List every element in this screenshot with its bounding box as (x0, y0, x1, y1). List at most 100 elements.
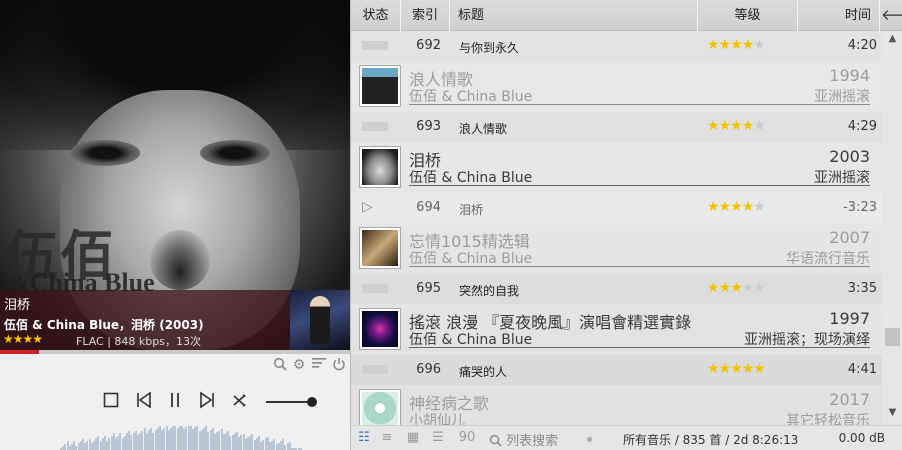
album-group-header[interactable]: 忘情1015精选辑 伍佰 & China Blue 2007 华语流行音乐 (351, 223, 882, 274)
star-icon[interactable]: ★ (742, 118, 755, 134)
now-playing-thumbnail[interactable] (290, 290, 350, 350)
list-view-icon[interactable]: ☷ (355, 430, 373, 446)
album-thumbnail[interactable] (359, 65, 401, 107)
star-icon[interactable]: ★ (730, 118, 743, 134)
replaygain-db[interactable]: 0.00 dB (839, 431, 885, 445)
star-icon[interactable]: ★ (753, 280, 766, 296)
star-icon[interactable]: ★ (707, 199, 720, 215)
star-icon[interactable]: ★ (730, 37, 743, 53)
seek-bar-fill (0, 350, 39, 354)
search-icon[interactable] (272, 357, 288, 373)
album-year: 1994 (829, 66, 870, 85)
album-group-header[interactable]: 搖滾 浪漫 『夏夜晚風』演唱會精選實錄 伍佰 & China Blue 1997 亚洲… (351, 304, 882, 355)
album-artist: 小胡仙儿 (409, 413, 465, 425)
album-thumbnail[interactable] (359, 227, 401, 269)
power-icon[interactable] (331, 357, 347, 373)
album-group-header[interactable]: 浪人情歌 伍佰 & China Blue 1994 亚洲摇滚 (351, 61, 882, 112)
star-icon[interactable]: ★ (707, 37, 720, 53)
column-status[interactable]: 状态 (351, 0, 401, 31)
star-icon[interactable]: ★ (707, 280, 720, 296)
star-icon[interactable]: ★ (753, 199, 766, 215)
track-rating[interactable]: ★★★★★ (707, 199, 766, 215)
previous-button[interactable] (133, 391, 155, 413)
scrollbar[interactable]: ▲ ▼ (882, 31, 902, 425)
album-thumbnail[interactable] (359, 389, 401, 425)
list-search-placeholder: 列表搜索 (506, 434, 559, 449)
star-icon[interactable]: ★ (719, 361, 732, 377)
grid-view-icon[interactable]: ▦ (404, 430, 422, 446)
star-icon[interactable]: ★ (753, 361, 766, 377)
column-time[interactable]: 时间 (798, 0, 880, 31)
now-playing-rating[interactable]: ★★★★ (3, 332, 43, 346)
star-icon[interactable]: ★ (730, 280, 743, 296)
track-index: 693 (416, 119, 441, 134)
column-index[interactable]: 索引 (401, 0, 450, 31)
column-title[interactable]: 标题 (450, 0, 698, 31)
scrollbar-thumb[interactable] (885, 328, 900, 346)
track-title: 突然的自我 (459, 284, 520, 298)
track-index: 695 (416, 281, 441, 296)
album-divider (409, 347, 870, 348)
library-summary: 所有音乐 / 835 首 / 2d 8:26:13 (623, 433, 799, 447)
album-thumbnail[interactable] (359, 146, 401, 188)
star-icon[interactable]: ★ (719, 280, 732, 296)
star-icon[interactable]: ★ (730, 199, 743, 215)
album-divider (409, 104, 870, 105)
album-thumbnail[interactable] (359, 308, 401, 350)
scroll-up-icon[interactable]: ▲ (882, 31, 902, 47)
star-icon[interactable]: ★ (719, 199, 732, 215)
shuffle-button[interactable] (229, 391, 251, 413)
star-icon[interactable]: ★ (742, 280, 755, 296)
track-rating[interactable]: ★★★★★ (707, 37, 766, 53)
arrow-left-icon[interactable]: 🡐 (881, 5, 902, 25)
track-state (362, 41, 388, 50)
track-state (362, 122, 388, 131)
track-row[interactable]: 695 突然的自我 ★★★★★ 3:35 (351, 274, 882, 304)
queue-view-icon[interactable]: ≡ (378, 430, 396, 446)
column-rating[interactable]: 等级 (698, 0, 798, 31)
track-row[interactable]: 693 浪人情歌 ★★★★★ 4:29 (351, 112, 882, 142)
now-playing-artist: 伍佰 & China Blue，泪桥 (2003) (4, 318, 204, 332)
track-rating[interactable]: ★★★★★ (707, 280, 766, 296)
album-year: 2017 (829, 390, 870, 409)
star-icon[interactable]: ★ (753, 118, 766, 134)
track-duration: 4:29 (847, 119, 877, 134)
star-icon[interactable]: ★ (742, 199, 755, 215)
star-icon[interactable]: ★ (742, 37, 755, 53)
gear-icon[interactable]: ⚙ (291, 357, 307, 373)
volume-knob[interactable] (306, 397, 317, 407)
album-artist: 伍佰 & China Blue (409, 170, 533, 186)
track-row[interactable]: 692 与你到永久 ★★★★★ 4:20 (351, 31, 882, 61)
seek-bar[interactable] (0, 350, 350, 354)
star-icon[interactable]: ★ (719, 118, 732, 134)
artist-view-icon[interactable]: ☰ (429, 430, 447, 446)
track-rating[interactable]: ★★★★★ (707, 118, 766, 134)
track-index: 696 (416, 362, 441, 377)
star-icon[interactable]: ★ (719, 37, 732, 53)
next-button[interactable] (196, 391, 218, 413)
stop-button[interactable] (100, 391, 122, 413)
equalizer-icon[interactable] (311, 357, 327, 373)
player-panel: 伍佰 &China Blue 泪桥 伍佰 & China Blue，泪桥 (20… (0, 0, 350, 450)
status-bar: ☷ ≡ ▦ ☰ 90 列表搜索 所有音乐 / 835 首 / 2d 8:26:1… (351, 425, 902, 450)
track-duration: 4:20 (847, 38, 877, 53)
star-icon[interactable]: ★ (742, 361, 755, 377)
star-icon[interactable]: ★ (730, 361, 743, 377)
star-icon[interactable]: ★ (753, 37, 766, 53)
now-playing-title: 泪桥 (4, 298, 31, 313)
list-search-input[interactable]: 列表搜索 (489, 430, 558, 449)
track-rating[interactable]: ★★★★★ (707, 361, 766, 377)
album-genre: 亚洲摇滚 (814, 170, 870, 186)
album-group-header[interactable]: 泪桥 伍佰 & China Blue 2003 亚洲摇滚 (351, 142, 882, 193)
star-icon[interactable]: ★ (707, 118, 720, 134)
pause-button[interactable] (164, 391, 186, 413)
star-icon[interactable]: ★ (707, 361, 720, 377)
volume-slider[interactable] (266, 396, 320, 408)
album-group-header[interactable]: 神经病之歌 小胡仙儿 2017 其它轻松音乐 (351, 385, 882, 425)
track-row[interactable]: 696 痛哭的人 ★★★★★ 4:41 (351, 355, 882, 385)
scroll-down-icon[interactable]: ▼ (882, 405, 902, 421)
album-genre: 亚洲摇滚 (814, 89, 870, 105)
track-list[interactable]: 692 与你到永久 ★★★★★ 4:20 浪人情歌 伍佰 & China Blue 1994… (351, 31, 882, 425)
decade-view-icon[interactable]: 90 (454, 430, 480, 446)
track-row[interactable]: ▷ 694 泪桥 ★★★★★ -3:23 (351, 193, 882, 223)
